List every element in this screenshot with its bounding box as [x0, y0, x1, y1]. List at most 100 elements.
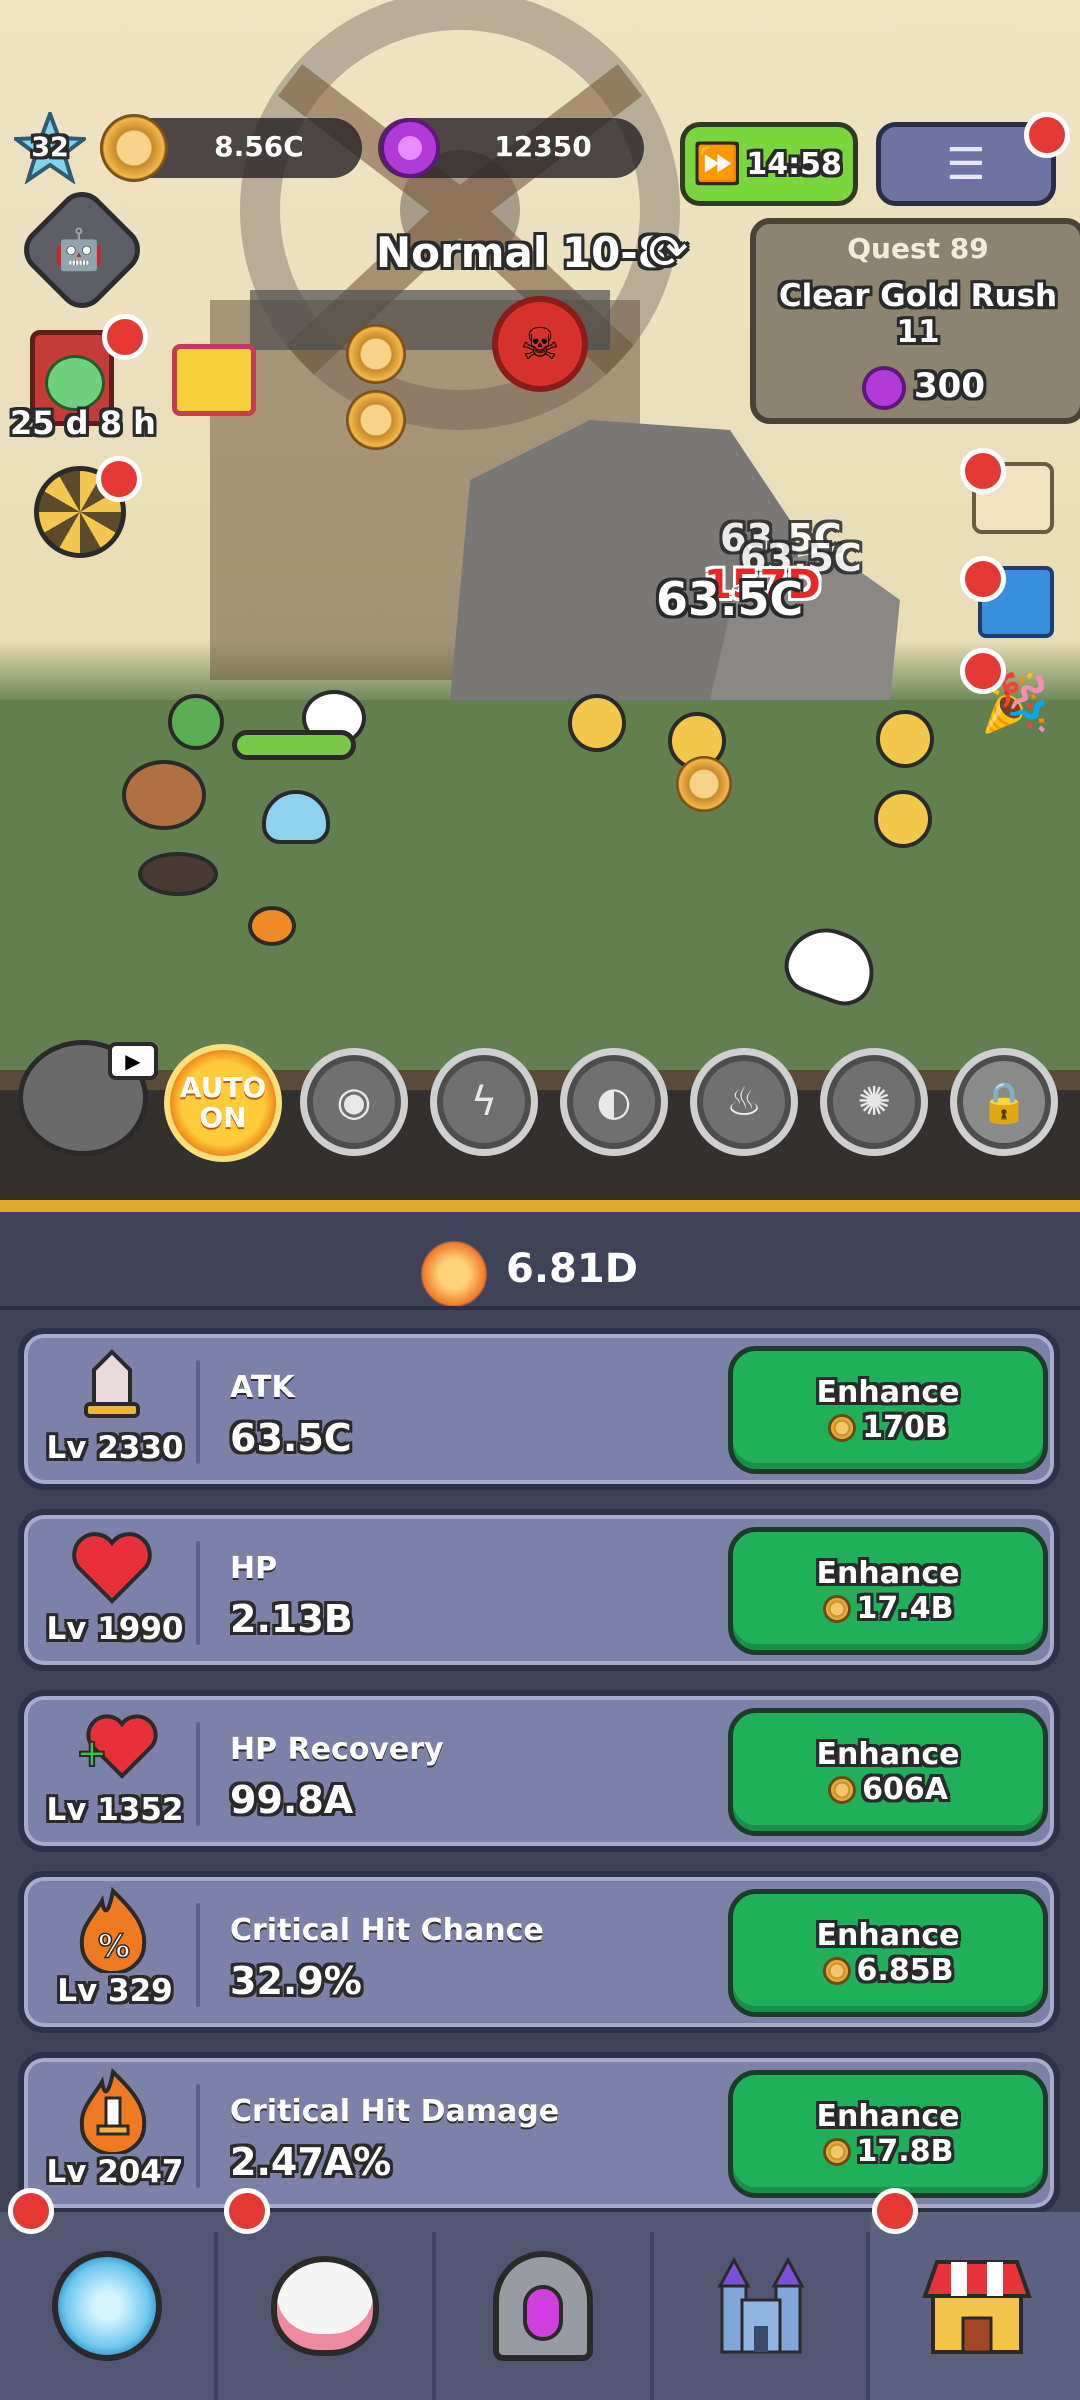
stat-value: 2.47A% — [230, 2140, 392, 2184]
fast-forward-icon: ⏩ — [696, 144, 739, 184]
floating-coin — [346, 390, 406, 450]
stat-card-atk: Lv 2330 ATK 63.5C Enhance 170B — [18, 1328, 1060, 1490]
frog-icon — [45, 355, 105, 411]
book-alert-dot — [960, 556, 1006, 602]
gem-icon — [380, 118, 440, 178]
enhance-label: Enhance — [816, 1918, 960, 1953]
heart-plus-icon: + — [75, 1714, 158, 1779]
stat-level: Lv 1990 — [46, 1611, 184, 1647]
card-divider — [196, 2084, 200, 2188]
gold-coin-icon — [100, 114, 168, 182]
meteor-icon: ✺ — [857, 1079, 891, 1125]
damage-popup: 63.5C — [656, 572, 804, 626]
castle-icon — [717, 2256, 805, 2354]
flame-percent-icon: % — [79, 1887, 147, 1973]
gold-coin-icon — [822, 2137, 851, 2166]
skill-slot-3[interactable]: ◐ — [560, 1048, 668, 1156]
heart-icon — [72, 1532, 152, 1604]
event-timer: 25 d 8 h — [10, 404, 156, 442]
skill-slot-1[interactable]: ◉ — [300, 1048, 408, 1156]
divider-line — [0, 1200, 1080, 1212]
scroll-alert-dot — [960, 448, 1006, 494]
robot-icon: 🤖 — [54, 227, 104, 273]
dropped-coin — [676, 756, 732, 812]
menu-icon: ☰ — [946, 138, 986, 190]
player-level: 32 — [31, 132, 69, 163]
quest-description: Clear Gold Rush 11 — [778, 278, 1058, 350]
roulette-alert-dot — [96, 456, 142, 502]
enhance-crit-chance-button[interactable]: Enhance 6.85B — [728, 1889, 1048, 2017]
nav-tab-chicken[interactable] — [218, 2212, 432, 2400]
combat-power-value: 6.81D — [506, 1246, 638, 1292]
stat-name: HP — [230, 1551, 278, 1586]
video-ad-icon[interactable]: ▶ — [108, 1042, 158, 1080]
enemy-chick — [568, 694, 626, 752]
hero-hp-bar — [232, 730, 356, 760]
stat-level: Lv 2047 — [46, 2154, 184, 2190]
flame-icon: ♨ — [726, 1079, 762, 1125]
nav-alert-dot — [224, 2188, 270, 2234]
panel-divider — [0, 1306, 1080, 1310]
speed-boost-timer: 14:58 — [746, 146, 842, 182]
nav-tab-slime[interactable] — [0, 2212, 214, 2400]
nav-tab-shop[interactable] — [870, 2212, 1080, 2400]
hero-snail — [122, 760, 206, 830]
quest-title: Quest 89 — [847, 232, 989, 265]
stat-card-hp-recovery: + Lv 1352 HP Recovery 99.8A Enhance 606A — [18, 1690, 1060, 1852]
auto-skill-toggle[interactable]: AUTO ON — [164, 1044, 282, 1162]
enhance-cost: 6.85B — [856, 1953, 954, 1988]
chicken-icon — [271, 2256, 379, 2356]
card-divider — [196, 1541, 200, 1645]
stat-name: HP Recovery — [230, 1732, 444, 1767]
enemy-chick — [876, 710, 934, 768]
skill-slot-locked[interactable]: 🔒 — [950, 1048, 1058, 1156]
portal-icon — [493, 2251, 593, 2361]
enhance-cost: 170B — [862, 1410, 948, 1445]
event-alert-dot — [102, 314, 148, 360]
enhance-cost: 17.8B — [856, 2134, 954, 2169]
enhance-label: Enhance — [816, 1375, 960, 1410]
quest-panel[interactable]: Quest 89 Clear Gold Rush 11 300 — [750, 218, 1080, 424]
gold-counter[interactable]: 8.56C — [100, 114, 362, 182]
enhance-hp-button[interactable]: Enhance 17.4B — [728, 1527, 1048, 1655]
stat-name: Critical Hit Damage — [230, 2094, 560, 2129]
skill-slot-2[interactable]: ϟ — [430, 1048, 538, 1156]
treasure-chest-icon[interactable] — [172, 344, 256, 416]
auto-state-label: ON — [199, 1101, 247, 1134]
stat-level: Lv 1352 — [46, 1792, 184, 1828]
sword-icon — [84, 1349, 140, 1418]
skill-slot-4[interactable]: ♨ — [690, 1048, 798, 1156]
enhance-label: Enhance — [816, 2099, 960, 2134]
stat-name: ATK — [230, 1370, 295, 1405]
skill-slot-5[interactable]: ✺ — [820, 1048, 928, 1156]
party-alert-dot — [960, 648, 1006, 694]
enhance-atk-button[interactable]: Enhance 170B — [728, 1346, 1048, 1474]
refresh-icon[interactable]: ⟳ — [648, 224, 688, 280]
svg-text:%: % — [98, 1927, 130, 1965]
stat-value: 63.5C — [230, 1416, 352, 1460]
speed-boost-button[interactable]: ⏩ 14:58 — [680, 122, 858, 206]
stat-value: 2.13B — [230, 1597, 353, 1641]
svg-text:+: + — [76, 1731, 108, 1775]
stat-value: 32.9% — [230, 1959, 362, 2003]
hero-goblin — [168, 694, 224, 750]
lightning-icon: ϟ — [470, 1079, 498, 1125]
shop-icon — [922, 2260, 1032, 2354]
nav-alert-dot — [872, 2188, 918, 2234]
nav-tab-castle[interactable] — [654, 2212, 868, 2400]
auto-label: AUTO — [179, 1071, 267, 1104]
enhance-crit-damage-button[interactable]: Enhance 17.8B — [728, 2070, 1048, 2198]
menu-alert-dot — [1024, 112, 1070, 158]
nav-tab-portal[interactable] — [436, 2212, 650, 2400]
slime-icon — [52, 2251, 162, 2361]
card-divider — [196, 1903, 200, 2007]
gem-counter[interactable]: 12350 — [378, 118, 644, 178]
stage-label: Normal 10-8 — [376, 228, 667, 277]
stat-name: Critical Hit Chance — [230, 1913, 544, 1948]
boss-skull-icon[interactable]: ☠ — [492, 296, 588, 392]
player-level-badge[interactable]: 32 — [10, 108, 90, 185]
battle-scene: 32 8.56C 12350 ⏩ 14:58 ☰ Normal 10-8 ⟳ ☠… — [0, 0, 1080, 1200]
bottom-navigation — [0, 2188, 1080, 2400]
enhance-hp-recovery-button[interactable]: Enhance 606A — [728, 1708, 1048, 1836]
card-divider — [196, 1360, 200, 1464]
